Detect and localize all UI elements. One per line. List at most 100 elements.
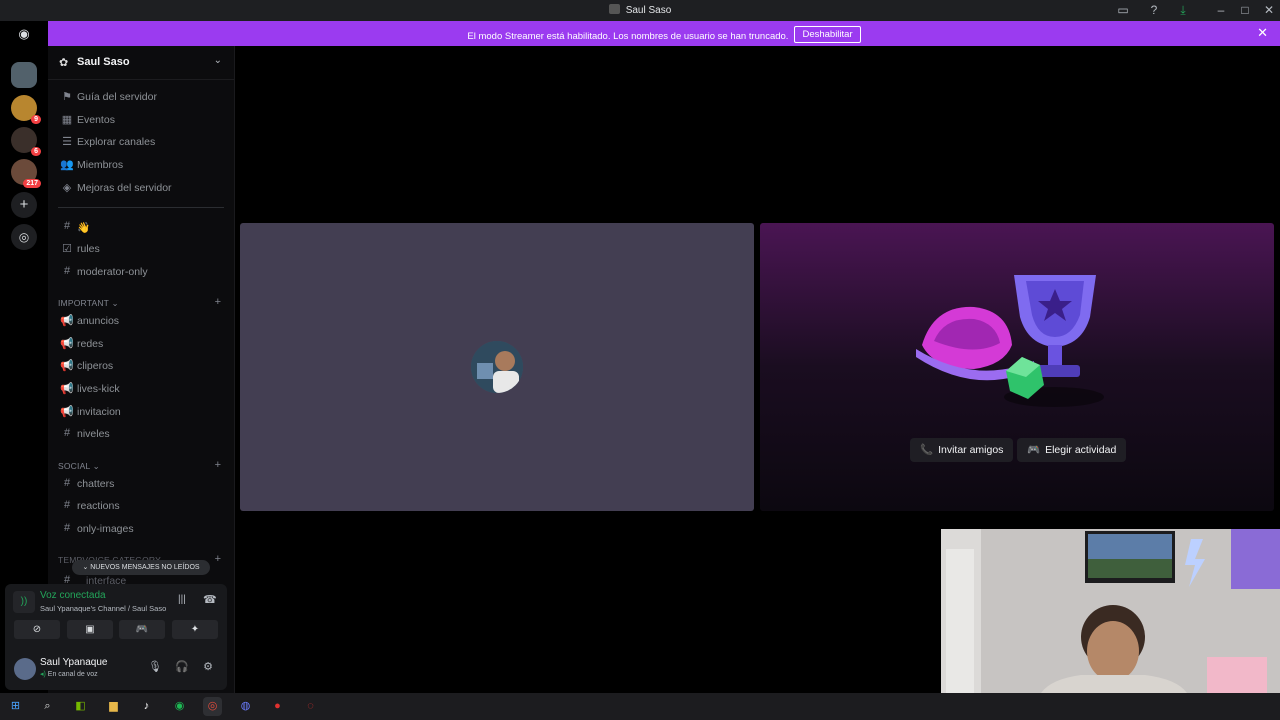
hash-icon: # [63, 522, 71, 534]
activities-button[interactable]: 🎮 [119, 620, 165, 639]
server-header[interactable]: ✿ Saul Saso ⌄ [48, 46, 234, 80]
server-badge: 9 [31, 115, 41, 124]
obs-icon[interactable]: ◌ [301, 697, 320, 716]
sidebar-divider [58, 207, 224, 208]
category-social[interactable]: SOCIAL ⌄ [58, 461, 100, 472]
channel-reactions[interactable]: # reactions [56, 496, 226, 516]
voice-channel-path[interactable]: Saul Ypanaque's Channel / Saul Saso [40, 604, 166, 613]
channel-niveles[interactable]: # niveles [56, 424, 226, 444]
unread-messages-pill[interactable]: ⌄ NUEVOS MENSAJES NO LEÍDOS [72, 560, 210, 575]
hash-icon: # [63, 477, 71, 489]
channel-label: only-images [77, 523, 134, 535]
channel-label: invitacion [77, 406, 121, 418]
menu-item-label: Eventos [77, 114, 115, 126]
channel-label: moderator-only [77, 266, 148, 278]
discover-icon[interactable]: ◎ [11, 224, 37, 250]
discord-taskbar-icon[interactable]: ◍ [236, 697, 255, 716]
user-avatar[interactable] [14, 658, 36, 680]
add-server-icon[interactable]: + [11, 192, 37, 218]
channel-lives-kick[interactable]: 📢 lives-kick [56, 379, 226, 399]
windows-start-icon[interactable]: ⊞ [6, 697, 25, 716]
invite-friends-label: Invitar amigos [938, 444, 1004, 456]
menu-item-browse-channels[interactable]: ☰ Explorar canales [56, 132, 226, 152]
server-icon-1[interactable] [11, 62, 37, 88]
menu-item-members[interactable]: 👥 Miembros [56, 155, 226, 175]
headphones-icon[interactable]: 🎧 [174, 660, 190, 676]
channel-only-images[interactable]: # only-images [56, 519, 226, 539]
invite-friends-button[interactable]: 📞 Invitar amigos [910, 438, 1014, 462]
soundboard-icon: ✦ [190, 624, 200, 635]
voice-connected-title[interactable]: Voz conectada [40, 590, 106, 601]
close-window-button[interactable]: ✕ [1261, 3, 1277, 18]
channel-redes[interactable]: 📢 redes [56, 334, 226, 354]
megaphone-icon: 📢 [60, 360, 74, 372]
window-title: Saul Saso [0, 4, 1280, 16]
channel-anuncios[interactable]: 📢 anuncios [56, 311, 226, 331]
camera-off-icon: ⊘ [32, 624, 42, 635]
microphone-icon[interactable]: 🎙 [147, 660, 163, 676]
gamepad-icon: 🎮 [1027, 444, 1041, 456]
activity-tile: 📞 Invitar amigos 🎮 Elegir actividad [760, 223, 1274, 511]
signal-icon: )) [13, 591, 35, 613]
camera-off-button[interactable]: ⊘ [14, 620, 60, 639]
menu-item-label: Explorar canales [77, 136, 156, 148]
help-icon[interactable]: ? [1146, 3, 1162, 18]
menu-item-label: Miembros [77, 159, 124, 171]
maximize-button[interactable]: □ [1237, 3, 1253, 18]
download-icon[interactable]: ⤓ [1175, 3, 1191, 18]
menu-item-server-guide[interactable]: ⚑ Guía del servidor [56, 87, 226, 107]
inbox-icon[interactable]: ▭ [1115, 3, 1131, 18]
unread-label: NUEVOS MENSAJES NO LEÍDOS [90, 564, 200, 571]
menu-item-server-boosts[interactable]: ◈ Mejoras del servidor [56, 178, 226, 198]
participant-tile[interactable] [240, 223, 754, 511]
add-channel-icon[interactable]: + [215, 459, 221, 471]
chevron-down-icon[interactable]: ⌄ [214, 55, 222, 66]
channel-cliperos[interactable]: 📢 cliperos [56, 356, 226, 376]
channel-label: cliperos [77, 360, 114, 372]
activity-illustration [916, 275, 1104, 407]
chevron-down-icon: ⌄ [111, 298, 119, 308]
server-icon-4[interactable]: 217 [11, 159, 41, 188]
disconnect-icon[interactable]: ☎ [203, 593, 217, 606]
app-red-icon[interactable]: ● [268, 697, 287, 716]
add-channel-icon[interactable]: + [215, 553, 221, 565]
chrome-icon[interactable]: ◎ [203, 697, 222, 716]
search-icon[interactable]: ⌕ [38, 697, 57, 716]
speaker-icon: ◂) [40, 671, 48, 678]
discord-home-icon[interactable]: ◉ [11, 26, 37, 46]
server-icon-2[interactable]: 9 [11, 95, 41, 124]
channel-moderator-only[interactable]: # moderator-only [56, 262, 226, 282]
channel-chatters[interactable]: # chatters [56, 474, 226, 494]
disable-streamer-button[interactable]: Deshabilitar [794, 26, 861, 43]
choose-activity-button[interactable]: 🎮 Elegir actividad [1017, 438, 1127, 462]
server-icon-3[interactable]: 6 [11, 127, 41, 156]
hash-icon: # [63, 427, 71, 439]
category-important[interactable]: IMPORTANT ⌄ [58, 298, 119, 309]
nvidia-icon[interactable]: ◧ [71, 697, 90, 716]
share-screen-button[interactable]: ▣ [67, 620, 113, 639]
gear-icon[interactable]: ⚙ [200, 660, 216, 676]
calendar-icon: ▦ [61, 114, 73, 126]
minimize-button[interactable]: – [1213, 3, 1229, 18]
channel-label: chatters [77, 478, 115, 490]
hash-icon: # [63, 499, 71, 511]
app-icon [608, 4, 620, 14]
close-banner-icon[interactable]: ✕ [1257, 25, 1268, 41]
user-name[interactable]: Saul Ypanaque [40, 657, 107, 668]
webcam-overlay [941, 529, 1280, 693]
chevron-down-icon: ⌄ [92, 461, 100, 471]
tiktok-icon[interactable]: ♪ [137, 697, 156, 716]
channel-wave[interactable]: # 👋 [56, 217, 226, 237]
menu-item-events[interactable]: ▦ Eventos [56, 110, 226, 130]
noise-suppression-icon[interactable]: ||| [178, 594, 186, 605]
channel-invitacion[interactable]: 📢 invitacion [56, 402, 226, 422]
soundboard-button[interactable]: ✦ [172, 620, 218, 639]
megaphone-icon: 📢 [60, 315, 74, 327]
participant-avatar [471, 341, 523, 393]
add-channel-icon[interactable]: + [215, 296, 221, 308]
category-label: IMPORTANT [58, 298, 109, 308]
streamer-mode-banner: El modo Streamer está habilitado. Los no… [48, 21, 1280, 46]
channel-rules[interactable]: ☑ rules [56, 239, 226, 259]
file-explorer-icon[interactable]: ▆ [104, 697, 123, 716]
spotify-icon[interactable]: ◉ [170, 697, 189, 716]
